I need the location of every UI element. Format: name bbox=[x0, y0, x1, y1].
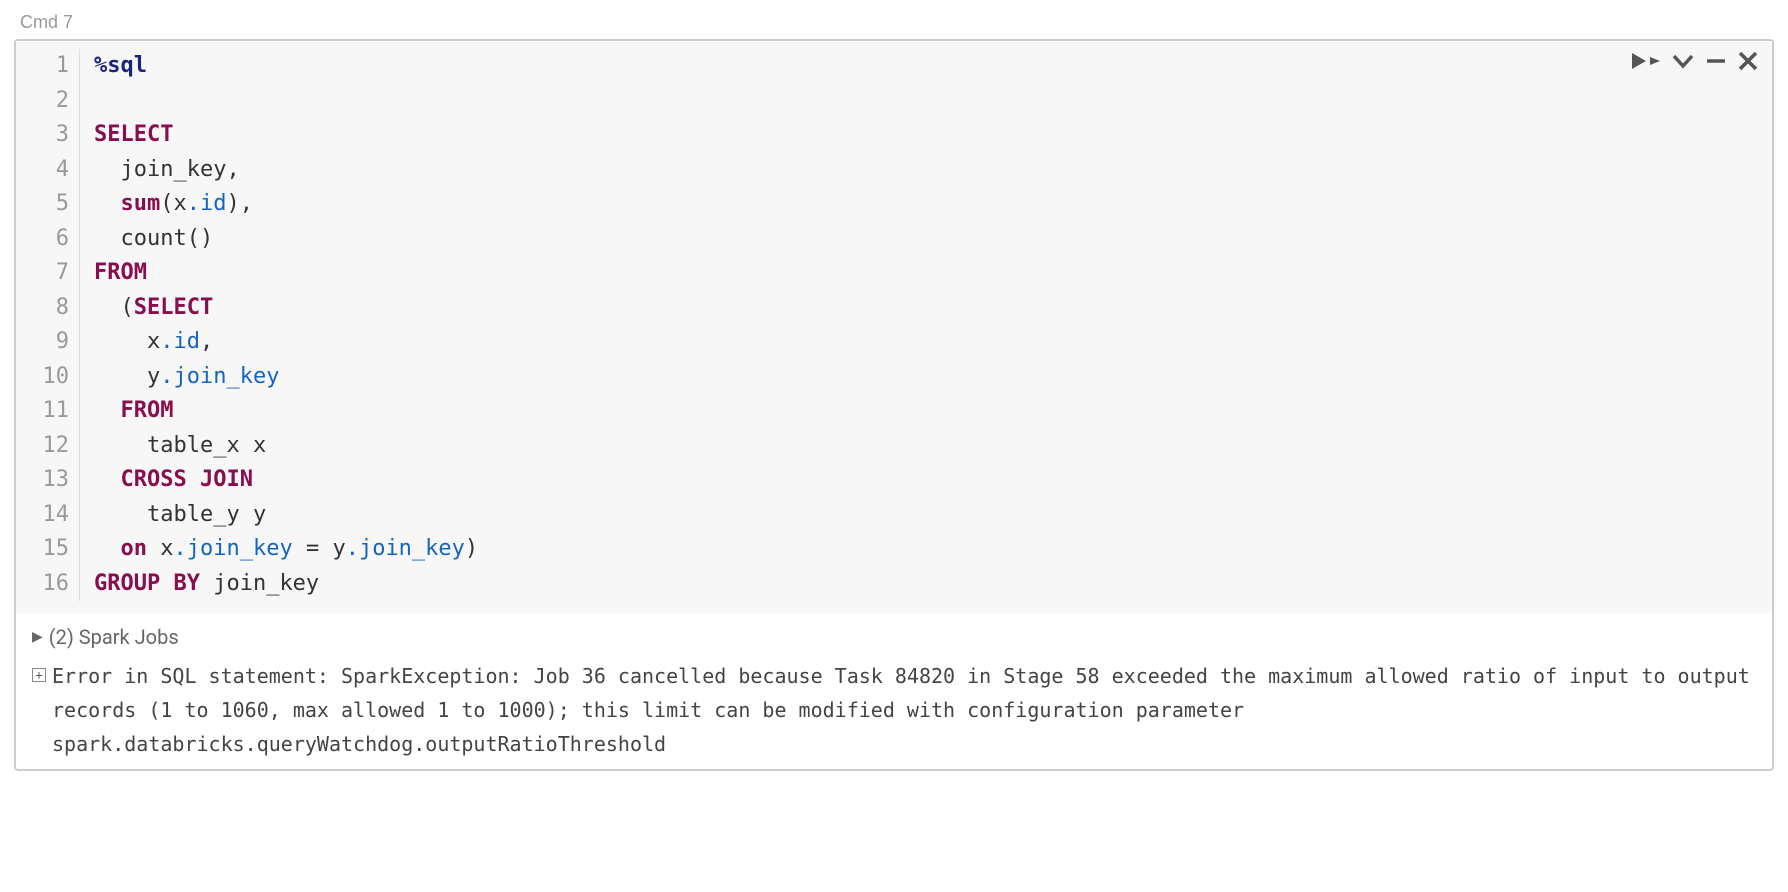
minus-icon bbox=[1706, 51, 1726, 71]
line-number: 8 bbox=[32, 291, 69, 326]
line-number: 3 bbox=[32, 118, 69, 153]
cell-command-label: Cmd 7 bbox=[14, 10, 1774, 39]
notebook-cell: Cmd 7 bbox=[14, 10, 1774, 771]
code-line[interactable]: on x.join_key = y.join_key) bbox=[94, 532, 478, 567]
code-line[interactable]: join_key, bbox=[94, 153, 478, 188]
line-number: 11 bbox=[32, 394, 69, 429]
line-number: 6 bbox=[32, 222, 69, 257]
line-number-gutter: 12345678910111213141516 bbox=[16, 49, 80, 601]
code-line[interactable]: sum(x.id), bbox=[94, 187, 478, 222]
play-icon bbox=[1632, 51, 1660, 71]
code-line[interactable]: FROM bbox=[94, 394, 478, 429]
error-output-row: + Error in SQL statement: SparkException… bbox=[32, 659, 1756, 761]
line-number: 7 bbox=[32, 256, 69, 291]
expand-error-button[interactable]: + bbox=[32, 668, 46, 682]
line-number: 2 bbox=[32, 84, 69, 119]
line-number: 10 bbox=[32, 360, 69, 395]
run-button[interactable] bbox=[1632, 51, 1660, 71]
code-content[interactable]: %sql SELECT join_key, sum(x.id), count()… bbox=[80, 49, 478, 601]
code-line[interactable]: table_y y bbox=[94, 498, 478, 533]
line-number: 14 bbox=[32, 498, 69, 533]
code-line[interactable]: x.id, bbox=[94, 325, 478, 360]
line-number: 15 bbox=[32, 532, 69, 567]
spark-jobs-label: (2) Spark Jobs bbox=[49, 625, 179, 649]
code-line[interactable]: FROM bbox=[94, 256, 478, 291]
minimize-button[interactable] bbox=[1706, 51, 1726, 71]
line-number: 16 bbox=[32, 567, 69, 602]
code-line[interactable]: %sql bbox=[94, 49, 478, 84]
line-number: 5 bbox=[32, 187, 69, 222]
line-number: 12 bbox=[32, 429, 69, 464]
code-line[interactable]: y.join_key bbox=[94, 360, 478, 395]
caret-right-icon: ▶ bbox=[32, 629, 43, 645]
code-line[interactable]: (SELECT bbox=[94, 291, 478, 326]
cell-frame: 12345678910111213141516 %sql SELECT join… bbox=[14, 39, 1774, 771]
close-icon bbox=[1738, 51, 1758, 71]
cell-toolbar bbox=[1632, 51, 1758, 71]
code-line[interactable]: count() bbox=[94, 222, 478, 257]
spark-jobs-toggle[interactable]: ▶ (2) Spark Jobs bbox=[32, 625, 1756, 659]
chevron-down-icon bbox=[1672, 51, 1694, 71]
code-line[interactable] bbox=[94, 84, 478, 119]
expand-down-button[interactable] bbox=[1672, 51, 1694, 71]
line-number: 13 bbox=[32, 463, 69, 498]
code-line[interactable]: GROUP BY join_key bbox=[94, 567, 478, 602]
cell-output: ▶ (2) Spark Jobs + Error in SQL statemen… bbox=[16, 613, 1772, 769]
code-line[interactable]: SELECT bbox=[94, 118, 478, 153]
error-message: Error in SQL statement: SparkException: … bbox=[52, 659, 1756, 761]
line-number: 4 bbox=[32, 153, 69, 188]
code-editor[interactable]: 12345678910111213141516 %sql SELECT join… bbox=[16, 41, 1772, 613]
code-line[interactable]: table_x x bbox=[94, 429, 478, 464]
close-button[interactable] bbox=[1738, 51, 1758, 71]
line-number: 1 bbox=[32, 49, 69, 84]
line-number: 9 bbox=[32, 325, 69, 360]
code-line[interactable]: CROSS JOIN bbox=[94, 463, 478, 498]
